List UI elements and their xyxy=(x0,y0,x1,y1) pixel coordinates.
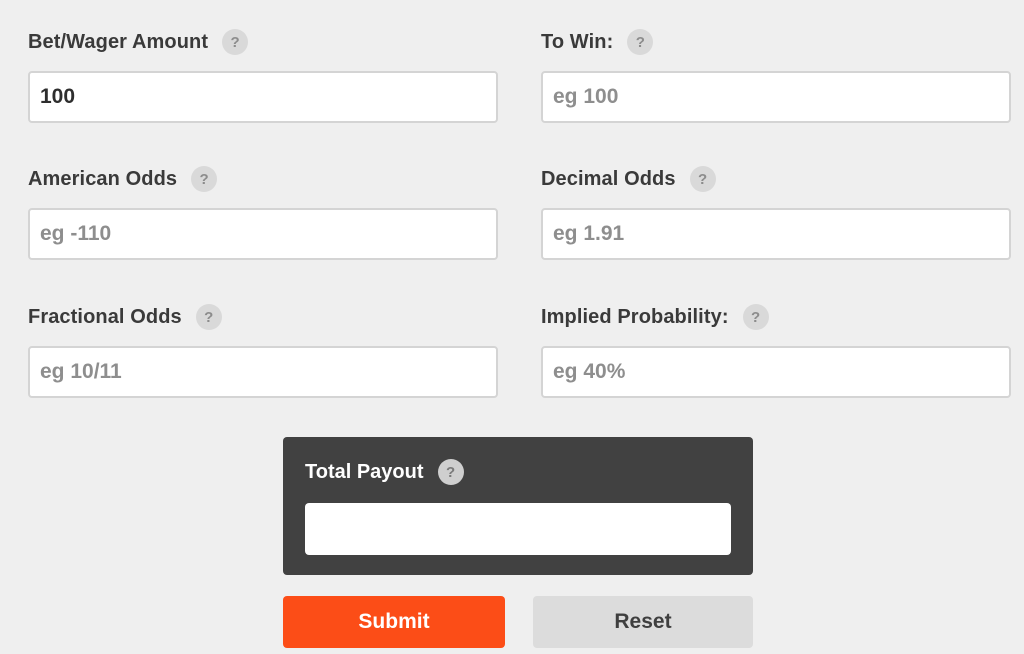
implied-probability-field: Implied Probability: ? xyxy=(541,302,1011,398)
total-payout-panel: Total Payout ? xyxy=(283,437,753,575)
bet-amount-input[interactable] xyxy=(28,71,498,123)
total-payout-label: Total Payout xyxy=(305,460,424,483)
help-icon[interactable]: ? xyxy=(195,304,222,330)
to-win-field: To Win: ? xyxy=(541,27,1011,123)
fractional-odds-label-row: Fractional Odds ? xyxy=(28,302,498,332)
american-odds-label: American Odds xyxy=(28,167,178,190)
total-payout-label-row: Total Payout ? xyxy=(305,459,464,485)
bet-amount-field: Bet/Wager Amount ? xyxy=(28,27,498,123)
help-icon[interactable]: ? xyxy=(742,304,769,330)
decimal-odds-label: Decimal Odds xyxy=(541,167,676,190)
help-icon[interactable]: ? xyxy=(437,459,464,485)
decimal-odds-field: Decimal Odds ? xyxy=(541,164,1011,260)
fractional-odds-input[interactable] xyxy=(28,346,498,398)
american-odds-input[interactable] xyxy=(28,208,498,260)
american-odds-field: American Odds ? xyxy=(28,164,498,260)
odds-calculator: Bet/Wager Amount ? To Win: ? American Od… xyxy=(0,0,1024,654)
submit-button[interactable]: Submit xyxy=(283,596,505,648)
decimal-odds-input[interactable] xyxy=(541,208,1011,260)
american-odds-label-row: American Odds ? xyxy=(28,164,498,194)
to-win-label-row: To Win: ? xyxy=(541,27,1011,57)
implied-probability-input[interactable] xyxy=(541,346,1011,398)
help-icon[interactable]: ? xyxy=(627,29,654,55)
help-icon[interactable]: ? xyxy=(191,166,218,192)
help-icon[interactable]: ? xyxy=(689,166,716,192)
bet-amount-label: Bet/Wager Amount xyxy=(28,30,209,53)
bet-amount-label-row: Bet/Wager Amount ? xyxy=(28,27,498,57)
to-win-input[interactable] xyxy=(541,71,1011,123)
fractional-odds-label: Fractional Odds xyxy=(28,305,182,328)
decimal-odds-label-row: Decimal Odds ? xyxy=(541,164,1011,194)
total-payout-output[interactable] xyxy=(305,503,731,555)
reset-button[interactable]: Reset xyxy=(533,596,753,648)
implied-probability-label: Implied Probability: xyxy=(541,305,729,328)
implied-probability-label-row: Implied Probability: ? xyxy=(541,302,1011,332)
help-icon[interactable]: ? xyxy=(222,29,249,55)
fractional-odds-field: Fractional Odds ? xyxy=(28,302,498,398)
to-win-label: To Win: xyxy=(541,30,614,53)
